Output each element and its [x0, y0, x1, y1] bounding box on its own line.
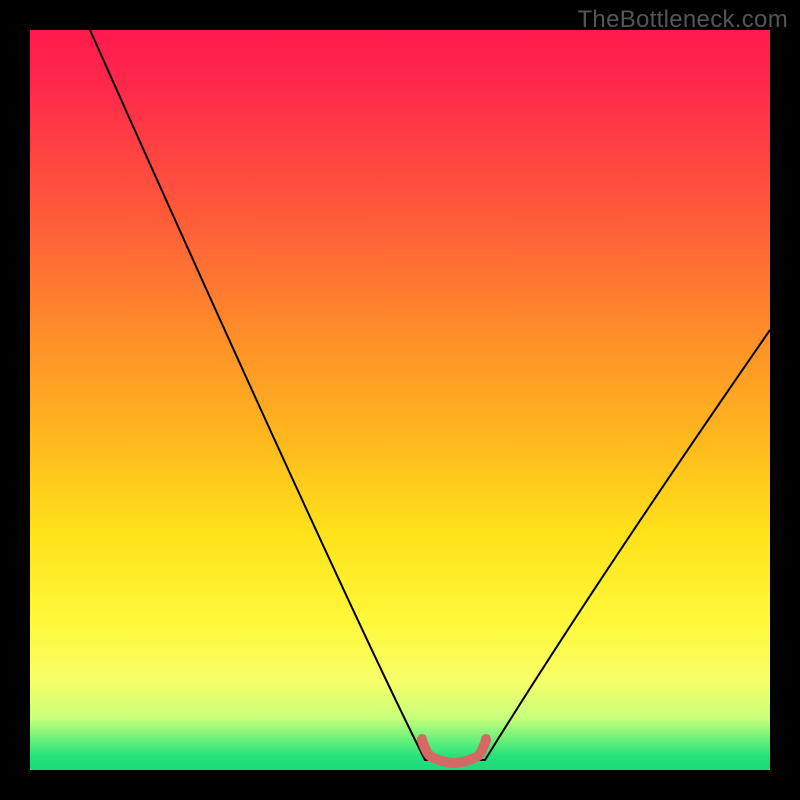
- marker-band: [422, 740, 486, 763]
- marker-end-left: [417, 734, 427, 744]
- primary-curve: [90, 30, 770, 760]
- watermark-text: TheBottleneck.com: [577, 6, 788, 34]
- curve-svg: [30, 30, 770, 770]
- plot-area: [30, 30, 770, 770]
- chart-frame: TheBottleneck.com: [0, 0, 800, 800]
- marker-end-right: [481, 734, 491, 744]
